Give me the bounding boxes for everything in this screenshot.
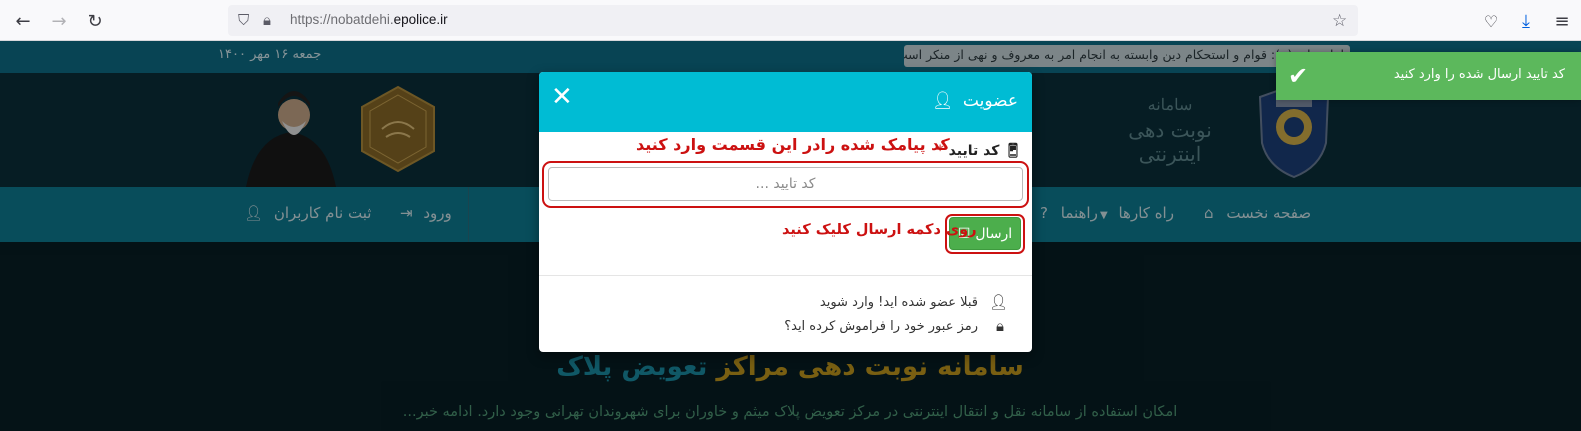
forgot-password-link[interactable]: 🔒︎ رمز عبور خود را فراموش کرده اید؟ — [784, 317, 1008, 335]
forgot-password-text: رمز عبور خود را فراموش کرده اید؟ — [784, 318, 978, 334]
register-modal: ✕ عضویت 👤︎ 📱︎ کد تایید * کد پیامک شده را… — [539, 72, 1032, 352]
url-text[interactable]: https://nobatdehi.epolice.ir — [290, 12, 448, 27]
login-link[interactable]: 👤︎ قبلا عضو شده اید! وارد شوید — [820, 293, 1008, 311]
shield-icon[interactable]: ⛉ — [238, 11, 249, 29]
check-icon: ✔ — [1288, 62, 1309, 90]
lock-icon[interactable]: 🔒︎ — [263, 11, 271, 29]
download-icon[interactable]: ⤓ — [1513, 8, 1539, 34]
user-plus-icon: 👤︎ — [931, 91, 954, 111]
code-label-text: کد تایید — [948, 143, 1000, 159]
address-bar[interactable]: ⛉ 🔒︎ https://nobatdehi.epolice.ir ☆ — [228, 5, 1358, 36]
send-button-label: ارسال — [975, 225, 1013, 242]
modal-divider — [539, 275, 1032, 276]
toast-notification[interactable]: ✔ کد تایید ارسال شده را وارد کنید — [1276, 52, 1581, 100]
annotation-click-send: روی دکمه ارسال کلیک کنید — [782, 222, 977, 238]
close-icon[interactable]: ✕ — [551, 82, 573, 112]
mobile-icon: 📱︎ — [1004, 143, 1022, 159]
modal-title: عضویت 👤︎ — [932, 91, 1018, 111]
menu-icon[interactable]: ≡ — [1549, 8, 1575, 34]
toast-message: کد تایید ارسال شده را وارد کنید — [1393, 67, 1565, 82]
reload-icon[interactable]: ↻ — [82, 8, 108, 34]
modal-title-text: عضویت — [962, 91, 1018, 111]
login-link-text: قبلا عضو شده اید! وارد شوید — [819, 294, 978, 310]
modal-header: ✕ عضویت 👤︎ — [539, 72, 1032, 132]
verification-code-input[interactable] — [548, 167, 1023, 201]
browser-toolbar: ← → ↻ ⛉ 🔒︎ https://nobatdehi.epolice.ir … — [0, 0, 1581, 41]
forward-icon[interactable]: → — [46, 8, 72, 34]
pocket-icon[interactable]: ♡ — [1478, 8, 1504, 34]
user-icon: 👤︎ — [988, 293, 1008, 311]
lock-icon: 🔒︎ — [996, 317, 1004, 335]
annotation-enter-code: کد پیامک شده رادر این قسمت وارد کنید — [636, 135, 950, 154]
star-icon[interactable]: ☆ — [1332, 11, 1347, 31]
back-icon[interactable]: ← — [10, 8, 36, 34]
